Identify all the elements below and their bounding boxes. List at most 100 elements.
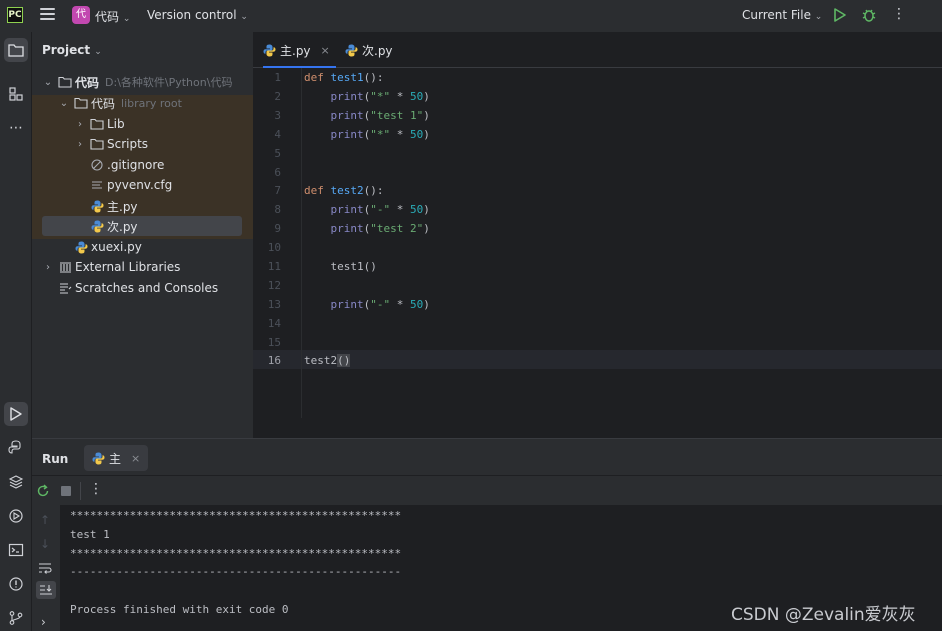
version-control-menu[interactable]: Version control ⌄ [147, 8, 248, 22]
line-number-current: 16 [267, 354, 281, 367]
run-tab-main[interactable]: 主 × [84, 445, 149, 471]
terminal-button[interactable] [4, 538, 28, 562]
main-menu-icon[interactable] [40, 8, 55, 22]
project-badge[interactable]: 代 [72, 6, 90, 24]
more-actions-icon[interactable]: ⋮ [892, 7, 906, 23]
chevron-down-icon: ⌄ [94, 47, 102, 57]
python-file-icon [74, 241, 88, 253]
tree-item-xuexi-py[interactable]: xuexi.py [32, 237, 253, 257]
python-file-icon [263, 44, 276, 57]
run-icon[interactable] [833, 8, 847, 22]
tree-item-pyvenv[interactable]: pyvenv.cfg [32, 175, 253, 195]
code-line: def test1(): [304, 71, 384, 84]
problems-button[interactable] [4, 572, 28, 596]
python-file-icon [90, 220, 104, 232]
toolbar-divider [80, 482, 81, 500]
close-tab-icon[interactable]: × [131, 452, 140, 465]
line-number: 5 [274, 147, 281, 160]
chevron-down-icon: ⌄ [814, 12, 823, 22]
gutter-separator [301, 68, 302, 418]
line-number: 7 [274, 184, 281, 197]
python-packages-button[interactable] [4, 470, 28, 494]
run-tool-button[interactable] [4, 402, 28, 426]
tree-item-lib[interactable]: › Lib [32, 114, 253, 134]
line-number: 13 [267, 298, 281, 311]
folder-icon [90, 138, 104, 150]
left-tool-strip: ⋯ [0, 32, 32, 631]
console-side-toolbar: ↑ ↓ › [32, 505, 60, 631]
python-file-icon [345, 44, 358, 57]
code-line: print("test 2") [330, 222, 430, 235]
scroll-to-end-button[interactable] [36, 581, 56, 599]
library-icon [58, 261, 72, 273]
tree-item-ci-py[interactable]: 次.py [32, 216, 253, 236]
project-panel: Project ⌄ ⌄ 代码 D:\各种软件\Python\代码 ⌄ 代码 li… [32, 32, 253, 438]
arrow-up-icon[interactable]: ↑ [40, 513, 50, 527]
folder-icon [58, 76, 72, 88]
python-console-button[interactable] [4, 436, 28, 460]
line-number: 1 [274, 71, 281, 84]
console-line: Process finished with exit code 0 [70, 603, 289, 616]
tree-item-library-root[interactable]: ⌄ 代码 library root [32, 93, 253, 113]
project-tool-button[interactable] [4, 38, 28, 62]
git-branch-icon [9, 611, 23, 625]
tree-item-gitignore[interactable]: .gitignore [32, 155, 253, 175]
services-button[interactable] [4, 504, 28, 528]
close-tab-icon[interactable]: × [321, 44, 330, 57]
code-line: print("*" * 50) [330, 90, 430, 103]
stop-icon[interactable] [61, 486, 71, 496]
code-line: print("*" * 50) [330, 128, 430, 141]
code-line: print("-" * 50) [330, 203, 430, 216]
tab-ci-py[interactable]: 次.py [345, 32, 393, 68]
python-icon [8, 440, 21, 454]
chevron-right-icon[interactable]: › [41, 615, 46, 629]
more-actions-icon[interactable]: ⋮ [89, 481, 103, 497]
git-button[interactable] [4, 606, 28, 630]
chevron-down-icon: ⌄ [240, 12, 248, 22]
arrow-down-icon[interactable]: ↓ [40, 537, 50, 551]
title-bar: PC 代 代码 ⌄ Version control ⌄ Current File… [0, 0, 942, 32]
current-line-highlight [253, 350, 942, 369]
console-line: ****************************************… [70, 509, 402, 522]
tab-main-py[interactable]: 主.py × [263, 32, 336, 68]
rerun-icon[interactable] [36, 484, 50, 498]
run-icon [10, 407, 22, 421]
folder-icon [90, 118, 104, 130]
services-icon [9, 509, 23, 523]
soft-wrap-icon[interactable] [38, 562, 52, 575]
tree-item-scripts[interactable]: › Scripts [32, 134, 253, 154]
tree-item-external-libraries[interactable]: › External Libraries [32, 257, 253, 277]
python-file-icon [90, 200, 104, 212]
pycharm-logo-icon[interactable]: PC [7, 7, 23, 23]
line-number: 14 [267, 317, 281, 330]
watermark: CSDN @Zevalin爱灰灰 [731, 605, 916, 625]
code-editor[interactable]: 1 2 3 4 5 6 7 8 9 10 11 12 13 14 15 16 d… [253, 68, 942, 438]
line-number: 15 [267, 336, 281, 349]
layers-icon [8, 475, 24, 489]
line-number: 12 [267, 279, 281, 292]
line-number: 10 [267, 241, 281, 254]
structure-tool-button[interactable] [4, 82, 28, 106]
line-number: 3 [274, 109, 281, 122]
project-panel-title[interactable]: Project ⌄ [42, 43, 102, 57]
console-line: ****************************************… [70, 547, 402, 560]
debug-icon[interactable] [861, 7, 877, 23]
chevron-down-icon: ⌄ [43, 76, 53, 88]
project-switcher[interactable]: 代码 ⌄ [95, 8, 130, 25]
tree-item-scratches[interactable]: Scratches and Consoles [32, 278, 253, 298]
line-number: 8 [274, 203, 281, 216]
chevron-down-icon: ⌄ [59, 97, 69, 109]
tree-item-main-py[interactable]: 主.py [32, 196, 253, 216]
chevron-right-icon: › [78, 118, 82, 130]
tree-item-root[interactable]: ⌄ 代码 D:\各种软件\Python\代码 [32, 72, 253, 92]
console-line: test 1 [70, 528, 110, 541]
ignore-file-icon [90, 159, 104, 171]
run-configuration-selector[interactable]: Current File ⌄ [742, 8, 822, 22]
line-number: 6 [274, 166, 281, 179]
console-line: ----------------------------------------… [70, 565, 402, 578]
more-tools-icon[interactable]: ⋯ [4, 116, 28, 140]
run-panel-header: Run 主 × [32, 439, 942, 476]
text-file-icon [90, 179, 104, 191]
structure-icon [9, 87, 23, 101]
editor-tab-bar: 主.py × 次.py [253, 32, 942, 68]
